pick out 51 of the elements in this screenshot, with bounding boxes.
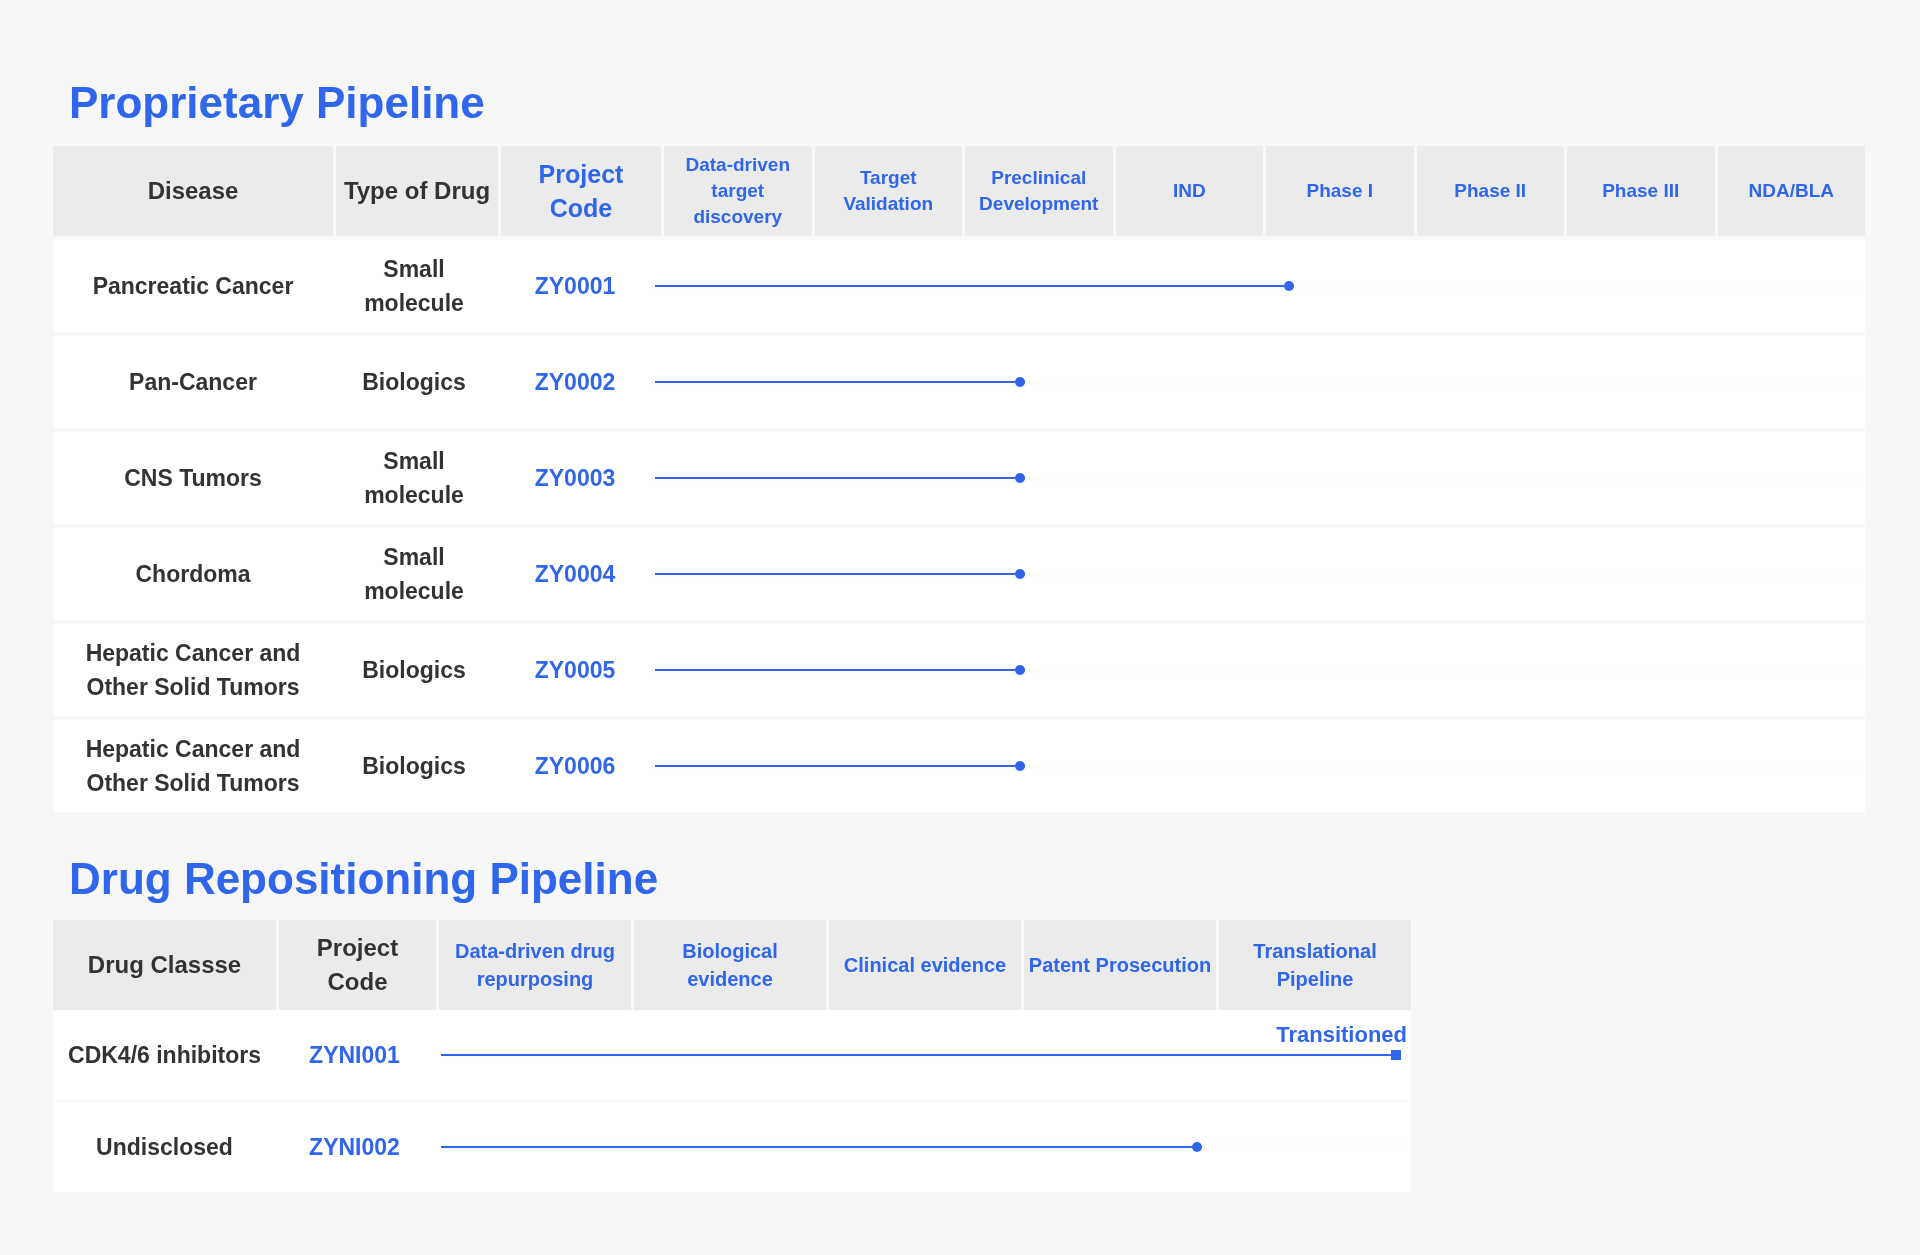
stage-header: Data-driven drug repurposing: [439, 920, 631, 1010]
drug-type-cell-text: Small molecule: [363, 543, 465, 606]
project-code-cell-text: ZY0002: [533, 367, 617, 397]
section-title: Drug Repositioning Pipeline: [68, 853, 660, 905]
drug-type-cell-text: Small molecule: [363, 447, 465, 510]
stage-header: Patent Prosecution: [1024, 920, 1216, 1010]
project-code-cell-text: ZYNI002: [308, 1132, 401, 1162]
project-code-cell-text: ZYNI001: [308, 1040, 401, 1070]
drug-type-cell-text: Small molecule: [363, 255, 465, 318]
drug-class-cell-text: Undisclosed: [95, 1132, 234, 1162]
square-end-marker-icon: [1391, 1050, 1402, 1060]
dot-end-marker-icon: [1192, 1142, 1203, 1152]
column-header: Project Code: [279, 920, 436, 1010]
project-code-cell-text: ZY0003: [533, 463, 617, 493]
stage-header: Phase I: [1266, 146, 1414, 236]
dot-end-marker-icon: [1015, 569, 1026, 579]
stage-header: NDA/BLA: [1717, 146, 1865, 236]
stage-header: IND: [1115, 146, 1263, 236]
dot-end-marker-icon: [1015, 473, 1026, 483]
drug-type-cell-text: Biologics: [361, 368, 467, 397]
column-header: Type of Drug: [336, 146, 498, 236]
column-header: Drug Classse: [53, 920, 276, 1010]
disease-cell-text: Chordoma: [134, 560, 252, 589]
stage-header: Biological evidence: [634, 920, 826, 1010]
dot-end-marker-icon: [1015, 761, 1026, 771]
project-code-cell-text: ZY0004: [533, 559, 617, 589]
project-code-cell-text: ZY0001: [533, 271, 617, 301]
status-label: Transitioned: [1276, 1021, 1407, 1049]
section-title: Proprietary Pipeline: [68, 77, 486, 129]
dot-end-marker-icon: [1283, 281, 1294, 291]
disease-cell-text: Hepatic Cancer and Other Solid Tumors: [84, 735, 302, 798]
column-header: Project Code: [501, 146, 661, 236]
drug-type-cell-text: Biologics: [361, 656, 467, 685]
stage-header: Target Validation: [814, 146, 962, 236]
project-code-cell-text: ZY0006: [533, 751, 617, 781]
dot-end-marker-icon: [1015, 377, 1026, 387]
project-code-cell-text: ZY0005: [533, 655, 617, 685]
stage-header: Phase II: [1416, 146, 1564, 236]
stage-header: Preclinical Development: [965, 146, 1113, 236]
disease-cell-text: Hepatic Cancer and Other Solid Tumors: [84, 639, 302, 702]
disease-cell-text: CNS Tumors: [123, 464, 263, 493]
stage-header: Data-driven target discovery: [664, 146, 812, 236]
stage-header: Clinical evidence: [829, 920, 1021, 1010]
dot-end-marker-icon: [1015, 665, 1026, 675]
disease-cell-text: Pan-Cancer: [128, 368, 258, 397]
column-header: Disease: [53, 146, 333, 236]
drug-class-cell-text: CDK4/6 inhibitors: [67, 1040, 262, 1070]
drug-type-cell-text: Biologics: [361, 752, 467, 781]
stage-header: Translational Pipeline: [1219, 920, 1411, 1010]
stage-header: Phase III: [1567, 146, 1715, 236]
disease-cell-text: Pancreatic Cancer: [91, 272, 295, 301]
